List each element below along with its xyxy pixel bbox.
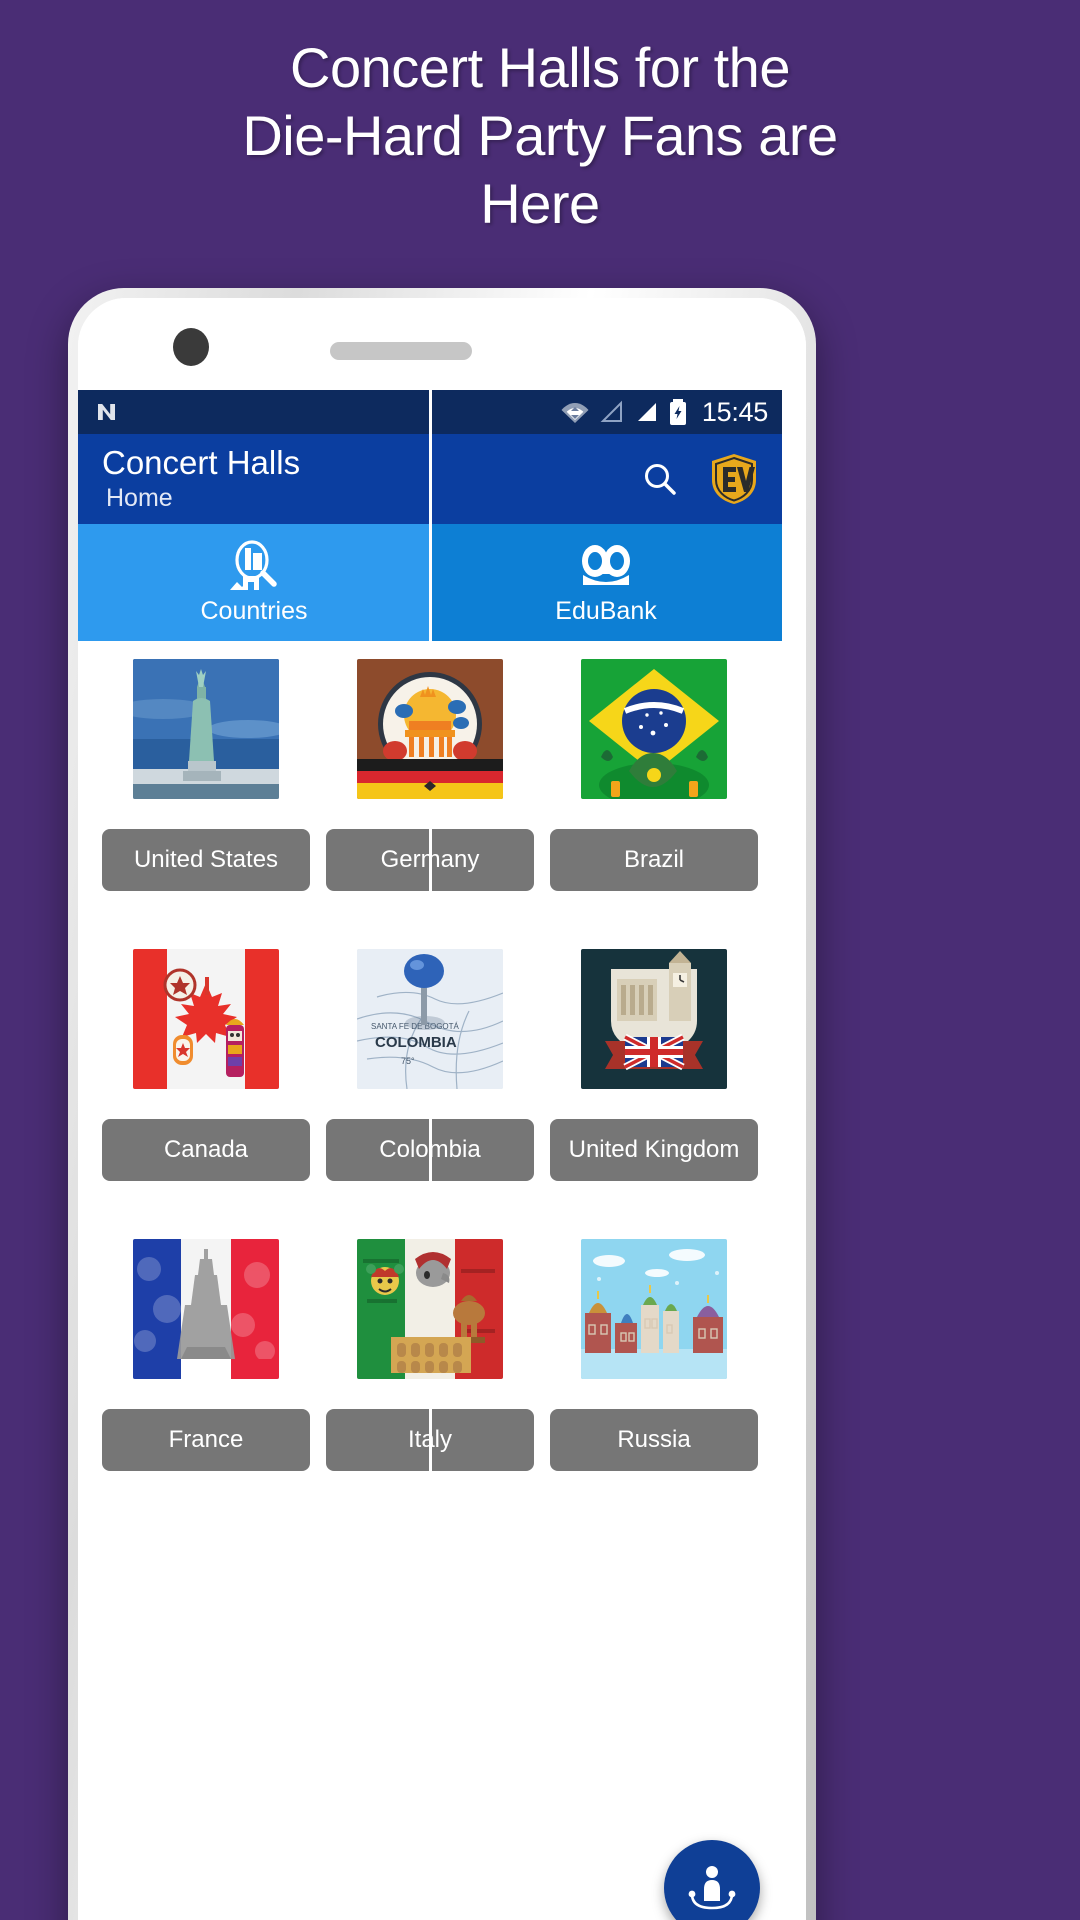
country-card-united-kingdom[interactable]: United Kingdom [542,949,766,1239]
country-label[interactable]: United States [102,829,310,891]
wifi-icon [561,403,589,423]
owl-icon [573,540,639,594]
tab-countries[interactable]: Countries [78,524,430,641]
search-button[interactable] [638,457,682,501]
status-bar-icons: 15:45 [560,397,768,428]
tab-divider [429,390,432,1920]
country-label[interactable]: Brazil [550,829,758,891]
ev-shield-logo-icon [712,454,756,504]
brandenburg-gate-illustration [357,659,503,799]
promo-headline-line-3: Here [480,172,600,235]
location-fab-button[interactable] [664,1840,760,1920]
eiffel-tower-flag-illustration [133,1239,279,1379]
search-icon [645,464,676,495]
phone-top-hardware-bar [78,298,806,390]
country-card-france[interactable]: France [94,1239,318,1529]
canada-flag-illustration [133,949,279,1089]
country-card-canada[interactable]: Canada [94,949,318,1239]
promo-headline-line-2: Die-Hard Party Fans are [242,104,838,167]
big-ben-union-jack-illustration [581,949,727,1089]
country-label[interactable]: United Kingdom [550,1119,758,1181]
bogota-map-pin-photo: COLOMBIA 75° SANTA FE DE BOGOTÁ [357,949,503,1089]
app-bar-titles: Concert Halls Home [102,444,300,514]
android-nougat-logo-icon [94,399,120,425]
status-bar-clock: 15:45 [701,396,768,427]
promo-headline: Concert Halls for the Die-Hard Party Fan… [0,34,1080,238]
country-label[interactable]: Canada [102,1119,310,1181]
tab-edubank[interactable]: EduBank [430,524,782,641]
tab-countries-label: Countries [200,596,308,625]
svg-text:75°: 75° [401,1056,415,1066]
italy-flag-landmarks-illustration [357,1239,503,1379]
person-location-icon [688,1866,736,1910]
battery-charging-icon [669,399,686,425]
building-search-icon [224,539,284,594]
page-title: Concert Halls [102,444,301,481]
country-card-brazil[interactable]: Brazil [542,659,766,949]
tab-bar: Countries EduBank [78,390,782,1920]
signal-full-icon [637,403,656,421]
country-card-russia[interactable]: Russia [542,1239,766,1529]
brazil-flag-illustration [581,659,727,799]
earpiece-speaker-icon [330,342,472,360]
tab-edubank-label: EduBank [555,596,657,625]
svg-text:COLOMBIA: COLOMBIA [375,1034,457,1051]
front-camera-icon [173,328,209,366]
signal-empty-icon [600,400,622,422]
country-card-united-states[interactable]: United States [94,659,318,949]
phone-bezel: 15:45 Concert Halls Home Countries EduBa… [78,298,806,1920]
moscow-skyline-illustration [581,1239,727,1379]
promo-headline-line-1: Concert Halls for the [290,36,790,99]
phone-mockup-frame: 15:45 Concert Halls Home Countries EduBa… [68,288,816,1920]
country-label[interactable]: Russia [550,1409,758,1471]
country-label[interactable]: France [102,1409,310,1471]
app-screen: 15:45 Concert Halls Home Countries EduBa… [78,390,782,1920]
statue-of-liberty-photo [133,659,279,799]
app-logo-button[interactable] [708,453,760,505]
page-subtitle: Home [106,484,173,512]
app-bar-actions [638,453,760,505]
